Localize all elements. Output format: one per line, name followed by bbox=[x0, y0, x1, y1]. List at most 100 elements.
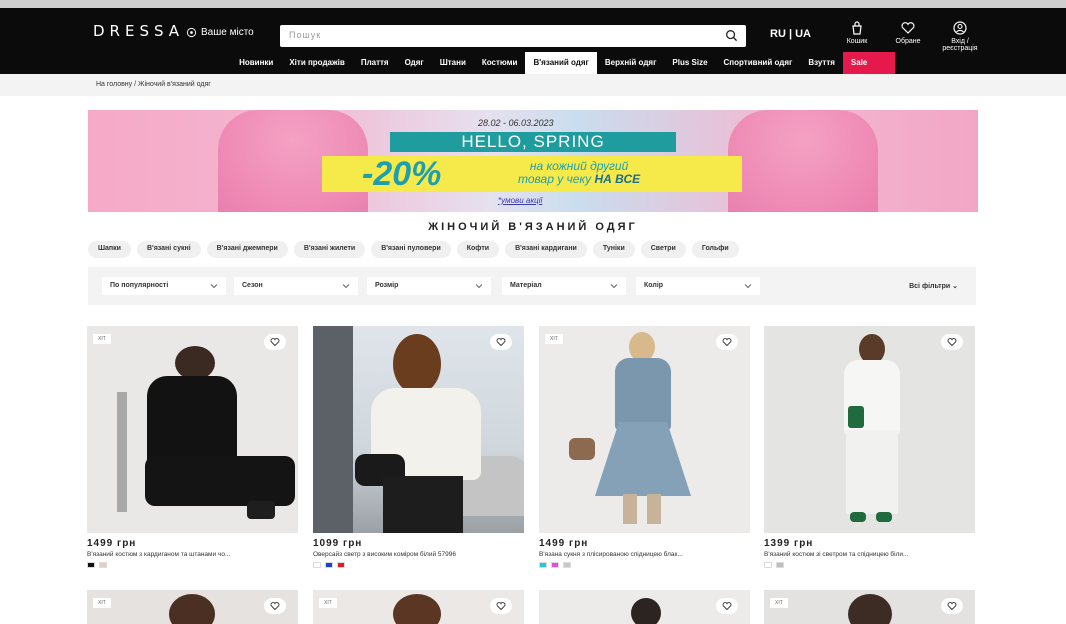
nav-item-plus-size[interactable]: Plus Size bbox=[664, 52, 715, 74]
handbag bbox=[569, 438, 595, 460]
size-select-value: Розмір bbox=[375, 282, 399, 289]
cart-button[interactable]: Кошик bbox=[829, 20, 885, 45]
user-icon bbox=[953, 21, 967, 35]
model-pants bbox=[383, 476, 463, 533]
hit-badge: ХІТ bbox=[770, 598, 788, 608]
sort-select[interactable]: По популярності bbox=[102, 277, 226, 295]
color-select[interactable]: Колір bbox=[636, 277, 760, 295]
model-dress-skirt bbox=[595, 422, 691, 496]
color-swatch[interactable] bbox=[776, 562, 784, 568]
chip-cardigans-tops[interactable]: Кофти bbox=[456, 241, 500, 258]
chip-hats[interactable]: Шапки bbox=[88, 241, 131, 258]
product-image[interactable]: ХІТ bbox=[87, 590, 298, 624]
add-to-favorites-button[interactable] bbox=[941, 334, 963, 350]
product-image[interactable] bbox=[764, 326, 975, 533]
add-to-favorites-button[interactable] bbox=[264, 334, 286, 350]
color-swatches bbox=[313, 562, 524, 568]
all-filters-button[interactable]: Всі фільтри ⌄ bbox=[909, 282, 958, 290]
add-to-favorites-button[interactable] bbox=[716, 598, 738, 614]
add-to-favorites-button[interactable] bbox=[490, 334, 512, 350]
nav-item-knitwear[interactable]: В'язаний одяг bbox=[525, 52, 597, 74]
search-input[interactable]: Пошук bbox=[280, 25, 746, 47]
product-card[interactable]: ХІТ bbox=[87, 590, 298, 624]
product-image[interactable] bbox=[313, 326, 524, 533]
filter-bar: По популярності Сезон Розмір Матеріал Ко… bbox=[88, 267, 976, 305]
product-name[interactable]: В'язана сукня з плісированою спідницею б… bbox=[539, 551, 750, 558]
color-swatch[interactable] bbox=[539, 562, 547, 568]
product-name[interactable]: Оверсайз светр з високим коміром білий 5… bbox=[313, 551, 524, 558]
add-to-favorites-button[interactable] bbox=[941, 598, 963, 614]
color-swatch[interactable] bbox=[87, 562, 95, 568]
chip-knit-cardigans[interactable]: В'язані кардигани bbox=[505, 241, 587, 258]
product-card[interactable]: ХІТ bbox=[313, 590, 524, 624]
product-image[interactable]: ХІТ bbox=[87, 326, 298, 533]
product-card[interactable]: 1099 грн Оверсайз светр з високим коміро… bbox=[313, 326, 524, 568]
nav-item-outerwear[interactable]: Верхній одяг bbox=[597, 52, 665, 74]
product-name[interactable]: В'язаний костюм зі светром та спідницею … bbox=[764, 551, 975, 558]
add-to-favorites-button[interactable] bbox=[490, 598, 512, 614]
nav-item-sale[interactable]: Sale bbox=[842, 52, 895, 74]
favorites-button[interactable]: Обране bbox=[880, 20, 936, 45]
add-to-favorites-button[interactable] bbox=[716, 334, 738, 350]
nav-item-bestsellers[interactable]: Хіти продажів bbox=[281, 52, 352, 74]
chevron-down-icon bbox=[475, 284, 483, 289]
material-select[interactable]: Матеріал bbox=[502, 277, 626, 295]
nav-item-clothing[interactable]: Одяг bbox=[397, 52, 432, 74]
login-button[interactable]: Вхід / реєстрація bbox=[932, 20, 988, 52]
chip-knit-jumpers[interactable]: В'язані джемпери bbox=[206, 241, 288, 258]
color-swatch[interactable] bbox=[99, 562, 107, 568]
all-filters-label: Всі фільтри bbox=[909, 283, 951, 290]
chip-knit-dresses[interactable]: В'язані сукні bbox=[136, 241, 201, 258]
chevron-down-icon: ⌄ bbox=[952, 283, 958, 290]
category-nav: Новинки Хіти продажів Плаття Одяг Штани … bbox=[0, 52, 1066, 74]
size-select[interactable]: Розмір bbox=[367, 277, 491, 295]
nav-item-sportswear[interactable]: Спортивний одяг bbox=[716, 52, 801, 74]
product-card[interactable]: ХІТ 1499 грн В'язаний костюм з кардигано… bbox=[87, 326, 298, 568]
heart-icon bbox=[901, 22, 915, 34]
city-selector[interactable]: Ваше місто bbox=[186, 27, 254, 38]
model-head bbox=[175, 346, 215, 380]
chip-turtlenecks[interactable]: Гольфи bbox=[691, 241, 739, 258]
breadcrumb[interactable]: На головну / Жіночий в'язаний одяг bbox=[0, 74, 1066, 96]
search-placeholder: Пошук bbox=[289, 30, 322, 40]
color-swatch[interactable] bbox=[764, 562, 772, 568]
product-name[interactable]: В'язаний костюм з кардиганом та штанами … bbox=[87, 551, 298, 558]
add-to-favorites-button[interactable] bbox=[264, 598, 286, 614]
promo-banner[interactable]: 28.02 - 06.03.2023 HELLO, SPRING -20% на… bbox=[88, 110, 978, 212]
promo-line-2a: товар у чеку bbox=[518, 172, 595, 186]
nav-item-pants[interactable]: Штани bbox=[432, 52, 474, 74]
product-image[interactable] bbox=[539, 590, 750, 624]
chip-tunics[interactable]: Туніки bbox=[592, 241, 635, 258]
product-card[interactable]: 1399 грн В'язаний костюм зі светром та с… bbox=[764, 326, 975, 568]
color-swatches bbox=[87, 562, 298, 568]
product-image[interactable]: ХІТ bbox=[313, 590, 524, 624]
color-swatch[interactable] bbox=[313, 562, 321, 568]
nav-item-shoes[interactable]: Взуття bbox=[800, 52, 843, 74]
login-label: Вхід / реєстрація bbox=[942, 38, 978, 52]
product-card[interactable]: ХІТ bbox=[764, 590, 975, 624]
color-swatch[interactable] bbox=[563, 562, 571, 568]
product-image[interactable]: ХІТ bbox=[539, 326, 750, 533]
language-switcher[interactable]: RU | UA bbox=[770, 28, 811, 40]
color-swatch[interactable] bbox=[551, 562, 559, 568]
product-card[interactable] bbox=[539, 590, 750, 624]
promo-terms-link[interactable]: *умови акції bbox=[498, 196, 542, 205]
season-select[interactable]: Сезон bbox=[234, 277, 358, 295]
color-swatches bbox=[539, 562, 750, 568]
nav-item-dresses[interactable]: Плаття bbox=[353, 52, 397, 74]
site-logo[interactable]: DRESSA bbox=[93, 22, 184, 40]
nav-item-suits[interactable]: Костюми bbox=[474, 52, 526, 74]
nav-item-new[interactable]: Новинки bbox=[231, 52, 281, 74]
color-swatch[interactable] bbox=[325, 562, 333, 568]
chip-knit-vests[interactable]: В'язані жилети bbox=[293, 241, 366, 258]
color-swatch[interactable] bbox=[337, 562, 345, 568]
product-card[interactable]: ХІТ 1499 грн В'язана сукня з плісировано… bbox=[539, 326, 750, 568]
search-icon[interactable] bbox=[725, 29, 738, 42]
banner-model-image-right bbox=[728, 110, 878, 212]
chip-sweaters[interactable]: Светри bbox=[640, 241, 686, 258]
model-skirt bbox=[846, 430, 898, 514]
chevron-down-icon bbox=[610, 284, 618, 289]
color-select-value: Колір bbox=[644, 282, 664, 289]
chip-knit-pullovers[interactable]: В'язані пуловери bbox=[371, 241, 451, 258]
product-image[interactable]: ХІТ bbox=[764, 590, 975, 624]
